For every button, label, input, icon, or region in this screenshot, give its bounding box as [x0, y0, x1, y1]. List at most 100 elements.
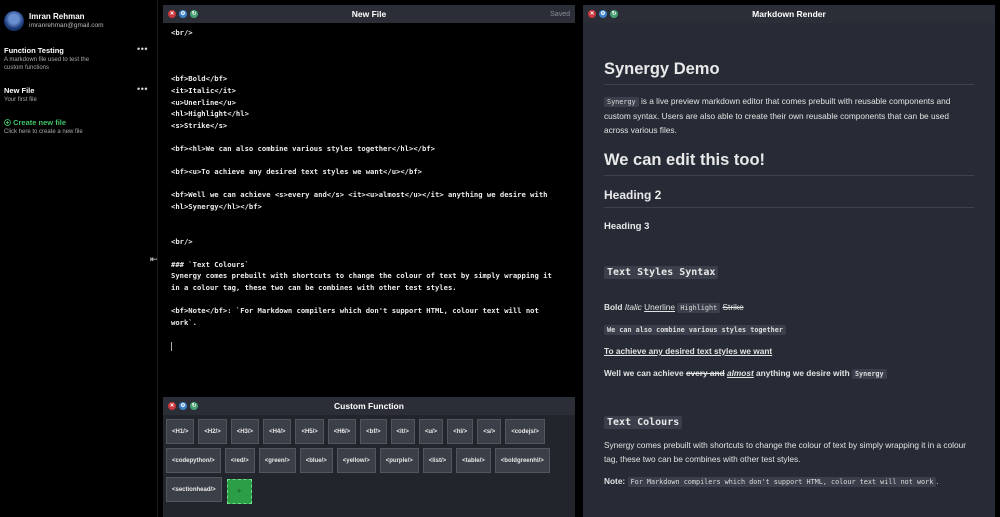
settings-icon[interactable]: ⚙: [179, 402, 187, 410]
editor-window: ✕ ⚙ ↻ New File Saved <br/> <bf>Bold</bf> <…: [163, 5, 575, 387]
refresh-icon[interactable]: ↻: [190, 402, 198, 410]
code-line[interactable]: <hl>Synergy</hl></bf>: [171, 201, 567, 213]
render-title: Markdown Render: [752, 9, 826, 19]
inline-code: Synergy: [851, 369, 887, 379]
refresh-icon[interactable]: ↻: [190, 10, 198, 18]
custom-function-chip[interactable]: <H5/>: [295, 419, 324, 444]
text-colours-heading: Text Colours: [604, 416, 683, 429]
render-titlebar: ✕ ⚙ ↻ Markdown Render: [583, 5, 995, 23]
custom-function-chip[interactable]: <blue/>: [299, 448, 333, 473]
custom-function-chip[interactable]: <hl/>: [447, 419, 474, 444]
strike-text: Strike: [722, 302, 744, 312]
code-line[interactable]: [171, 62, 567, 74]
text-styles-heading: Text Styles Syntax: [604, 266, 719, 279]
custom-function-chip[interactable]: <bf/>: [360, 419, 387, 444]
custom-function-titlebar: ✕ ⚙ ↻ Custom Function: [163, 397, 575, 415]
render-h3: Heading 3: [604, 221, 650, 232]
code-line[interactable]: <s>Strike</s>: [171, 120, 567, 132]
code-line[interactable]: [171, 39, 567, 51]
code-editor[interactable]: <br/> <bf>Bold</bf> <it>Italic</it> <u>Uner…: [163, 23, 575, 356]
custom-function-list: <H1/> <H2/> <H3/> <H4/> <H5/> <H6/> <bf/> <it/>…: [163, 415, 575, 508]
divider: [604, 84, 974, 85]
custom-function-chip[interactable]: <yellow/>: [336, 448, 376, 473]
code-line[interactable]: <hl>Highlight</hl>: [171, 108, 567, 120]
sidebar-file-new-file[interactable]: New File Your first file •••: [4, 84, 152, 104]
code-line[interactable]: [171, 294, 567, 306]
custom-function-chip[interactable]: <s/>: [477, 419, 502, 444]
code-line[interactable]: [171, 155, 567, 167]
collapse-sidebar-icon[interactable]: ⇤: [150, 254, 158, 265]
close-icon[interactable]: ✕: [588, 10, 596, 18]
custom-function-chip[interactable]: <it/>: [390, 419, 415, 444]
custom-function-chip[interactable]: <codejs/>: [505, 419, 545, 444]
refresh-icon[interactable]: ↻: [610, 10, 618, 18]
text-cursor: [171, 341, 172, 351]
user-profile[interactable]: Imran Rehman imranrehman@gmail.com: [0, 0, 157, 32]
custom-function-chip[interactable]: <purple/>: [379, 448, 419, 473]
colours-paragraph: Synergy comes prebuilt with shortcuts to…: [604, 440, 967, 464]
bold-text: Bold: [604, 302, 623, 312]
render-h2: Heading 2: [604, 188, 662, 202]
more-options-icon[interactable]: •••: [137, 44, 148, 54]
create-new-file-button[interactable]: Create new file Click here to create a n…: [4, 118, 152, 136]
code-line[interactable]: <br/>: [171, 27, 567, 39]
code-line[interactable]: [171, 50, 567, 62]
code-line[interactable]: <br/>: [171, 236, 567, 248]
sidebar-file-function-testing[interactable]: Function Testing A markdown file used to…: [4, 44, 152, 72]
user-name: Imran Rehman: [29, 12, 85, 21]
custom-function-chip[interactable]: <H3/>: [230, 419, 260, 444]
combined-styles-text: We can also combine various styles toget…: [604, 325, 786, 335]
editor-titlebar: ✕ ⚙ ↻ New File Saved: [163, 5, 575, 23]
custom-function-chip[interactable]: <red/>: [224, 448, 255, 473]
custom-function-chip[interactable]: <u/>: [418, 419, 444, 444]
close-icon[interactable]: ✕: [168, 402, 176, 410]
create-file-label: Create new file: [13, 118, 67, 127]
custom-function-chip[interactable]: <sectionhead/>: [166, 477, 222, 502]
custom-function-chip[interactable]: <table/>: [456, 448, 491, 473]
code-line[interactable]: <bf>Well we can achieve <s>every and</s>…: [171, 189, 567, 201]
settings-icon[interactable]: ⚙: [599, 10, 607, 18]
custom-function-chip[interactable]: <H1/>: [166, 419, 195, 444]
code-line[interactable]: <bf>Bold</bf>: [171, 73, 567, 85]
add-custom-function-button[interactable]: +: [226, 479, 252, 504]
code-line[interactable]: [171, 131, 567, 143]
custom-function-chip[interactable]: <green/>: [258, 448, 296, 473]
code-line[interactable]: [171, 213, 567, 225]
custom-function-chip[interactable]: <codepython/>: [166, 448, 221, 473]
custom-function-window: ✕ ⚙ ↻ Custom Function <H1/> <H2/> <H3/> <H4…: [163, 397, 575, 517]
code-line[interactable]: Synergy comes prebuilt with shortcuts to…: [171, 270, 567, 282]
code-line[interactable]: ### `Text Colours`: [171, 259, 567, 271]
code-line[interactable]: <it>Italic</it>: [171, 85, 567, 97]
highlight-text: Highlight: [677, 303, 721, 313]
close-icon[interactable]: ✕: [168, 10, 176, 18]
code-line[interactable]: <bf><hl>We can also combine various styl…: [171, 143, 567, 155]
code-line[interactable]: <bf>Note</bf>: `For Markdown compilers w…: [171, 305, 567, 317]
code-line[interactable]: [171, 328, 567, 340]
caret-line[interactable]: [171, 340, 567, 352]
custom-function-chip[interactable]: <boldgreenhl/>: [494, 448, 550, 473]
code-line[interactable]: <bf><u>To achieve any desired text style…: [171, 166, 567, 178]
user-email: imranrehman@gmail.com: [29, 22, 104, 29]
code-line[interactable]: [171, 247, 567, 259]
code-line[interactable]: work`.: [171, 317, 567, 329]
code-line[interactable]: [171, 178, 567, 190]
render-h1: Synergy Demo: [604, 60, 720, 78]
file-description: A markdown file used to test the custom …: [4, 57, 90, 71]
code-line[interactable]: [171, 224, 567, 236]
underline-text: Unerline: [644, 302, 676, 312]
code-line[interactable]: in a colour tag, these two can be combin…: [171, 282, 567, 294]
create-file-description: Click here to create a new file: [4, 129, 83, 135]
more-options-icon[interactable]: •••: [137, 84, 148, 94]
markdown-preview: Synergy Demo Synergy is a live preview m…: [583, 60, 995, 489]
custom-function-chip[interactable]: <H4/>: [263, 419, 292, 444]
render-h1-edit: We can edit this too!: [604, 151, 766, 169]
custom-function-chip[interactable]: <list/>: [422, 448, 453, 473]
inline-code: Synergy: [604, 97, 639, 107]
avatar: [4, 10, 24, 31]
code-line[interactable]: <u>Unerline</u>: [171, 97, 567, 109]
editor-title: New File: [351, 9, 387, 19]
custom-function-chip[interactable]: <H6/>: [327, 419, 357, 444]
sidebar: Imran Rehman imranrehman@gmail.com Funct…: [0, 0, 158, 517]
custom-function-chip[interactable]: <H2/>: [198, 419, 227, 444]
settings-icon[interactable]: ⚙: [179, 10, 187, 18]
